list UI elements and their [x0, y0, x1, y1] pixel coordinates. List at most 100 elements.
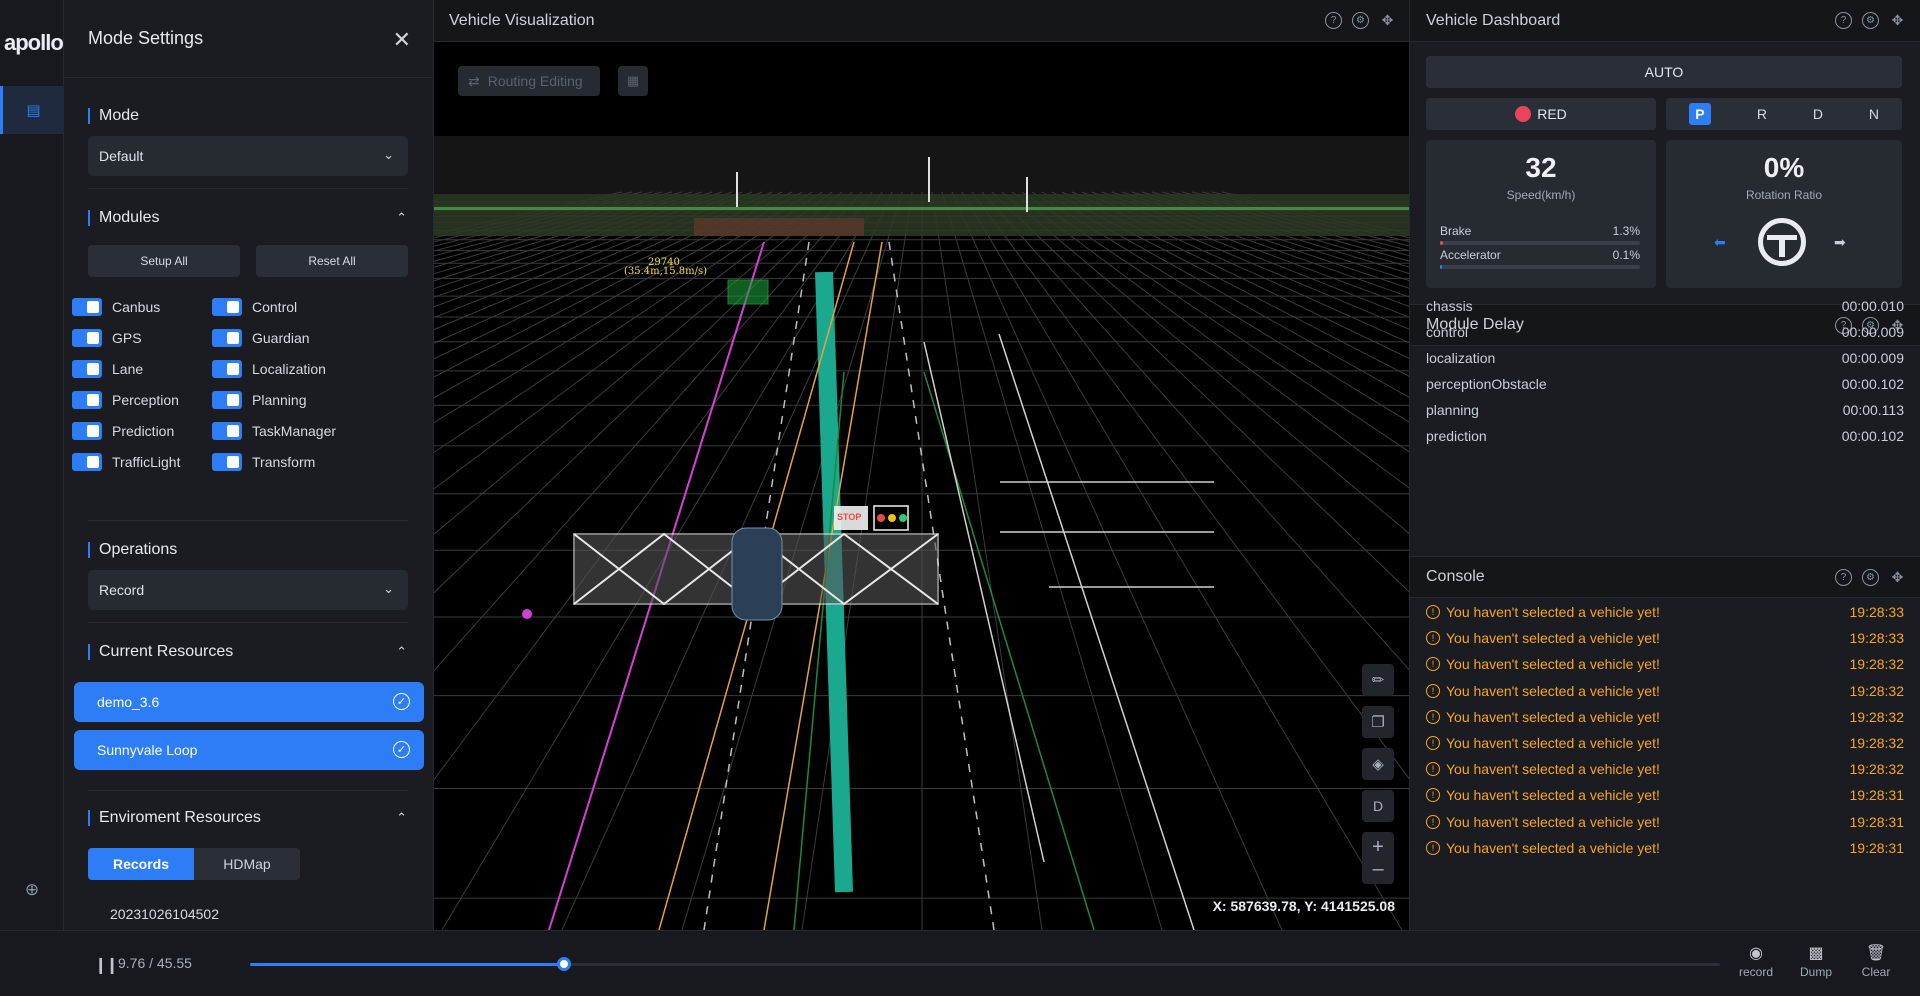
- tab-hdmap[interactable]: HDMap: [194, 848, 300, 880]
- resource-item-map[interactable]: Sunnyvale Loop ✓: [74, 730, 424, 770]
- clear-button[interactable]: 🗑 Clear: [1854, 943, 1898, 979]
- module-label: Guardian: [252, 330, 310, 346]
- gear-p[interactable]: P: [1688, 103, 1711, 125]
- zoom-out-icon[interactable]: –: [1372, 858, 1383, 880]
- check-circle-icon: ✓: [393, 693, 410, 710]
- map-icon: ▦: [626, 73, 640, 88]
- console-time: 19:28:32: [1849, 761, 1905, 778]
- ruler-tool[interactable]: ✏: [1362, 664, 1394, 696]
- warning-icon: !: [1426, 709, 1440, 724]
- move-icon[interactable]: ✥: [1889, 12, 1906, 29]
- warning-icon: !: [1426, 788, 1440, 803]
- env-resources-title: Enviroment Resources: [88, 810, 261, 826]
- toggle-switch[interactable]: [72, 422, 102, 440]
- toggle-switch[interactable]: [72, 329, 102, 347]
- gear-r[interactable]: R: [1757, 106, 1767, 122]
- view-mode-button[interactable]: D: [1362, 790, 1394, 822]
- console-time: 19:28:33: [1849, 630, 1905, 647]
- toggle-switch[interactable]: [212, 453, 242, 471]
- gear-icon[interactable]: ⚙: [1862, 12, 1879, 29]
- toggle-switch[interactable]: [212, 391, 242, 409]
- route-extra-button[interactable]: ▦: [618, 66, 648, 96]
- help-icon[interactable]: ?: [1325, 12, 1342, 29]
- playback-time: 9.76 / 45.55: [118, 955, 192, 971]
- zoom-control: + –: [1362, 832, 1394, 884]
- delay-row: planning 00:00.113: [1426, 402, 1904, 418]
- module-toggle[interactable]: Control: [212, 298, 297, 316]
- mode-select[interactable]: Default ⌄: [88, 136, 408, 176]
- toggle-switch[interactable]: [72, 360, 102, 378]
- operations-select[interactable]: Record ⌄: [88, 570, 408, 610]
- gear-icon[interactable]: ⚙: [1862, 569, 1879, 586]
- module-toggle[interactable]: Planning: [212, 391, 307, 409]
- module-toggle[interactable]: TaskManager: [212, 422, 336, 440]
- toggle-switch[interactable]: [212, 329, 242, 347]
- chevron-up-icon[interactable]: ⌃: [396, 210, 407, 226]
- rotation-value: 0%: [1763, 152, 1805, 183]
- pause-icon[interactable]: ❙❙: [94, 955, 119, 975]
- chevron-up-icon[interactable]: ⌃: [396, 644, 407, 660]
- help-icon[interactable]: ?: [1835, 569, 1852, 586]
- toggle-switch[interactable]: [212, 298, 242, 316]
- warning-icon: !: [1426, 683, 1440, 698]
- chevron-up-icon[interactable]: ⌃: [396, 810, 407, 826]
- toggle-switch[interactable]: [72, 391, 102, 409]
- vis-header: Vehicle Visualization ? ⚙ ✥: [434, 0, 1409, 42]
- warning-icon: !: [1426, 762, 1440, 777]
- progress-track[interactable]: [250, 963, 1720, 966]
- toggle-switch[interactable]: [72, 453, 102, 471]
- dump-button[interactable]: ▩ Dump: [1794, 943, 1838, 979]
- speed-card: 32 Speed(km/h) Brake 1.3% Accelerator 0.…: [1426, 140, 1656, 288]
- routing-editing-button[interactable]: ⇄ Routing Editing: [458, 66, 600, 96]
- move-icon[interactable]: ✥: [1889, 569, 1906, 586]
- warning-icon: !: [1426, 657, 1440, 672]
- zoom-in-icon[interactable]: +: [1372, 836, 1384, 858]
- console-log-row: ! You haven't selected a vehicle yet! 19:2…: [1426, 656, 1904, 672]
- warning-icon: !: [1426, 605, 1440, 619]
- gear-d[interactable]: D: [1813, 106, 1823, 122]
- tab-records[interactable]: Records: [88, 848, 194, 880]
- module-label: Localization: [252, 361, 326, 377]
- module-toggle[interactable]: Lane: [72, 360, 143, 378]
- progress-handle[interactable]: [557, 957, 572, 971]
- setup-all-button[interactable]: Setup All: [88, 245, 240, 277]
- console-time: 19:28:31: [1849, 787, 1905, 804]
- gear-icon[interactable]: ⚙: [1352, 12, 1369, 29]
- module-label: Canbus: [112, 299, 161, 315]
- signal-label: RED: [1537, 106, 1567, 122]
- gear-n[interactable]: N: [1869, 106, 1879, 122]
- delay-value: 00:00.102: [1841, 376, 1904, 392]
- module-toggle[interactable]: Perception: [72, 391, 179, 409]
- current-resources-title: Current Resources: [88, 644, 233, 660]
- coordinates-readout: X: 587639.78, Y: 4141525.08: [1212, 898, 1395, 914]
- resource-item-vehicle[interactable]: demo_3.6 ✓: [74, 682, 424, 722]
- console-log-row: ! You haven't selected a vehicle yet! 19:2…: [1426, 761, 1904, 777]
- module-toggle[interactable]: Canbus: [72, 298, 160, 316]
- module-label: TaskManager: [252, 423, 337, 439]
- layers-tool[interactable]: ◈: [1362, 748, 1394, 780]
- add-icon[interactable]: ⊕: [22, 880, 42, 900]
- reset-all-button[interactable]: Reset All: [256, 245, 408, 277]
- toggle-switch[interactable]: [72, 298, 102, 316]
- record-item[interactable]: 20231026104502: [110, 906, 219, 922]
- module-toggle[interactable]: Localization: [212, 360, 326, 378]
- toggle-switch[interactable]: [212, 422, 242, 440]
- record-button[interactable]: ◉ record: [1734, 943, 1778, 979]
- warning-icon: !: [1426, 840, 1440, 855]
- close-icon[interactable]: ✕: [393, 27, 411, 53]
- document-icon: ▤: [26, 102, 41, 119]
- module-toggle[interactable]: Prediction: [72, 422, 174, 440]
- divider: [88, 790, 408, 791]
- move-icon[interactable]: ✥: [1379, 12, 1396, 29]
- module-toggle[interactable]: Guardian: [212, 329, 310, 347]
- help-icon[interactable]: ?: [1835, 12, 1852, 29]
- copy-tool[interactable]: ❐: [1362, 706, 1394, 738]
- module-toggle[interactable]: TrafficLight: [72, 453, 180, 471]
- delay-module-name: planning: [1426, 402, 1479, 418]
- toggle-switch[interactable]: [212, 360, 242, 378]
- rail-item-settings[interactable]: ▤: [0, 86, 64, 134]
- module-toggle[interactable]: GPS: [72, 329, 142, 347]
- 3d-scene[interactable]: 29740 (35.4m,15.8m/s) STOP: [434, 42, 1409, 930]
- operations-select-value: Record: [99, 582, 145, 598]
- module-toggle[interactable]: Transform: [212, 453, 315, 471]
